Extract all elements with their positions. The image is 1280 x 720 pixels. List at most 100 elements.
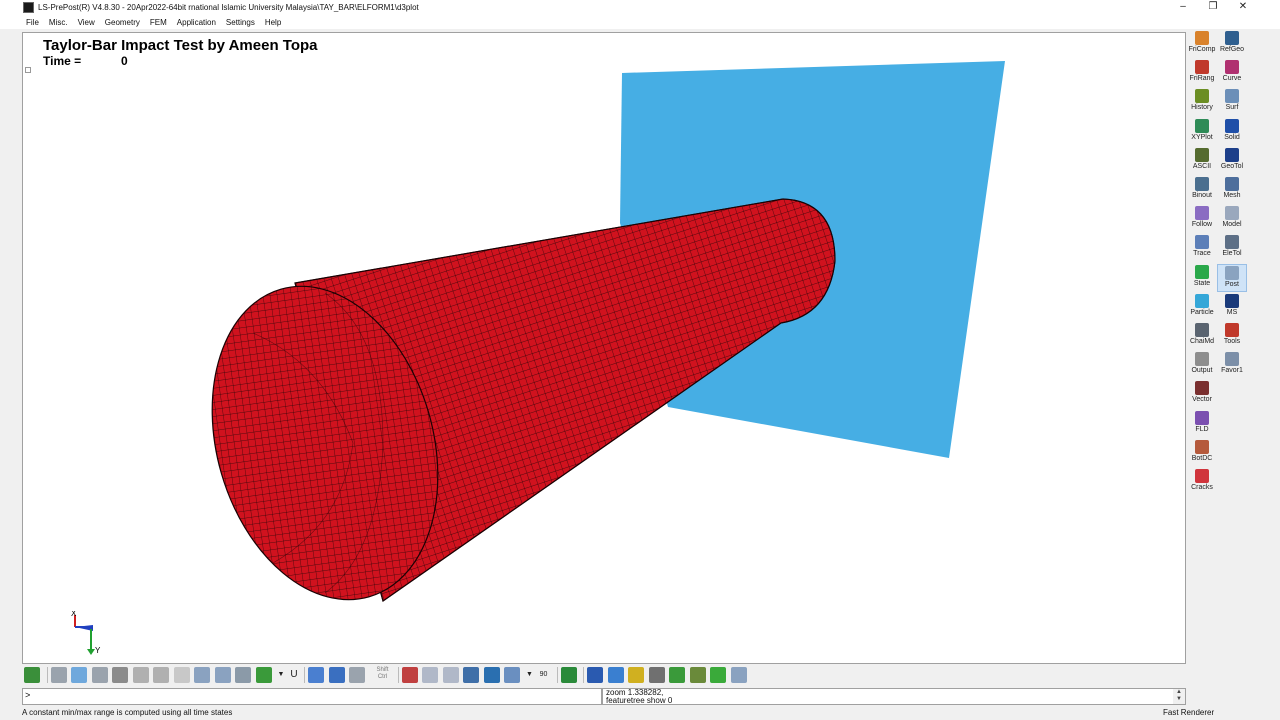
model-title: Taylor-Bar Impact Test by Ameen Topa (43, 37, 318, 54)
recycle-icon[interactable] (710, 667, 726, 683)
tool-state[interactable]: State (1187, 264, 1217, 292)
checker-icon[interactable] (648, 667, 665, 683)
view-hidden-icon[interactable] (71, 667, 87, 683)
tool-surf[interactable]: Surf (1217, 88, 1247, 116)
view-solid-grid-icon[interactable] (214, 667, 231, 683)
toolbar-separator (304, 667, 305, 683)
dropdown-arrow-icon[interactable]: ▼ (525, 667, 535, 683)
view-shaded-icon[interactable] (50, 667, 67, 683)
tool-label: Vector (1192, 396, 1212, 404)
particle-icon (1195, 293, 1209, 308)
tool-vector[interactable]: Vector (1187, 380, 1217, 408)
tool-fricomp[interactable]: FriComp (1187, 30, 1217, 58)
view-mesh-icon[interactable] (112, 667, 128, 683)
graph-icon[interactable] (730, 667, 747, 683)
tool-curve[interactable]: Curve (1217, 59, 1247, 87)
gears-icon[interactable] (689, 667, 706, 683)
view-box-icon[interactable] (235, 667, 251, 683)
tool-ascii[interactable]: ASCII (1187, 147, 1217, 175)
cube-iso-icon[interactable] (349, 667, 365, 683)
tool-fld[interactable]: FLD (1187, 410, 1217, 438)
menu-file[interactable]: File (26, 18, 39, 27)
view-edge-icon[interactable] (132, 667, 149, 683)
home-view-icon[interactable] (24, 667, 40, 683)
tool-label: Post (1224, 280, 1239, 288)
app-logo-icon (23, 2, 34, 13)
tool-label: Solid (1224, 133, 1240, 141)
tool-chaimd[interactable]: ChaiMd (1187, 322, 1217, 350)
tool-eletol[interactable]: EleTol (1217, 234, 1247, 262)
tool-label: ASCII (1192, 162, 1212, 170)
tool-particle[interactable]: Particle (1187, 293, 1217, 321)
globe-icon[interactable] (483, 667, 500, 683)
menu-view[interactable]: View (78, 18, 95, 27)
tool-ms[interactable]: MS (1217, 293, 1247, 321)
zoom-box-icon[interactable] (422, 667, 438, 683)
binout-icon (1195, 177, 1209, 191)
surf-icon (1225, 89, 1239, 104)
menu-help[interactable]: Help (265, 18, 281, 27)
tool-cracks[interactable]: Cracks (1187, 468, 1217, 496)
command-scroll-control[interactable]: ▲ ▼ (1173, 689, 1185, 704)
tool-label: Follow (1191, 221, 1213, 229)
menu-misc[interactable]: Misc. (49, 18, 68, 27)
graphics-viewport[interactable]: Taylor-Bar Impact Test by Ameen Topa Tim… (22, 32, 1186, 664)
view-wire-icon[interactable] (91, 667, 108, 683)
pick-icon[interactable] (401, 667, 418, 683)
zoom-fit-icon[interactable] (442, 667, 459, 683)
command-output: zoom 1.338282, featuretree show 0 (602, 688, 1186, 705)
maximize-button[interactable]: ❐ (1198, 0, 1228, 15)
minimize-button[interactable]: – (1168, 0, 1198, 15)
toolbar-separator (46, 667, 48, 683)
sphere-icon[interactable] (669, 667, 685, 683)
tool-follow[interactable]: Follow (1187, 205, 1217, 233)
lamp-icon[interactable] (628, 667, 644, 683)
cube-side-icon[interactable] (328, 667, 345, 683)
persp-icon[interactable] (560, 667, 577, 683)
dropdown-arrow-icon[interactable]: ▼ (276, 667, 286, 683)
view-grid-icon[interactable] (173, 667, 190, 683)
rotate-angle-field[interactable]: 90 (537, 667, 551, 683)
rotate-icon[interactable] (463, 667, 479, 683)
solid-box-icon[interactable] (587, 667, 603, 683)
scroll-up-icon[interactable]: ▲ (1173, 689, 1185, 696)
menu-geometry[interactable]: Geometry (105, 18, 140, 27)
tool-trace[interactable]: Trace (1187, 234, 1217, 262)
menu-application[interactable]: Application (177, 18, 216, 27)
scroll-down-icon[interactable]: ▼ (1173, 696, 1185, 703)
tool-favor1[interactable]: Favor1 (1217, 351, 1247, 379)
cube-front-icon[interactable] (308, 667, 324, 683)
tool-tools[interactable]: Tools (1217, 322, 1247, 350)
geotol-icon (1225, 147, 1239, 162)
house-icon[interactable] (607, 667, 624, 683)
tool-frirang[interactable]: FriRang (1187, 59, 1217, 87)
tool-binout[interactable]: Binout (1187, 176, 1217, 204)
tool-refgeo[interactable]: RefGeo (1217, 30, 1247, 58)
title-bar: LS-PrePost(R) V4.8.30 - 20Apr2022-64bit … (0, 0, 1280, 15)
follow-icon (1195, 206, 1209, 221)
menu-fem[interactable]: FEM (150, 18, 167, 27)
tool-solid[interactable]: Solid (1217, 118, 1247, 146)
menu-settings[interactable]: Settings (226, 18, 255, 27)
tool-label: Model (1222, 221, 1242, 229)
model-scene (211, 61, 1005, 602)
view-diamond-icon[interactable] (255, 667, 272, 683)
refgeo-icon (1225, 31, 1239, 45)
tool-label: XYPlot (1191, 133, 1213, 141)
tool-botdc[interactable]: BotDC (1187, 439, 1217, 467)
botdc-icon (1195, 439, 1209, 454)
tool-geotol[interactable]: GeoTol (1217, 147, 1247, 175)
tool-xyplot[interactable]: XYPlot (1187, 118, 1217, 146)
status-bar: A constant min/max range is computed usi… (0, 707, 1280, 720)
command-input[interactable]: > (22, 688, 602, 705)
u-button[interactable]: U (288, 667, 300, 683)
view-feature-icon[interactable] (153, 667, 169, 683)
close-button[interactable]: ✕ (1228, 0, 1258, 15)
window-icon[interactable] (504, 667, 520, 683)
view-dots-icon[interactable] (194, 667, 210, 683)
tool-history[interactable]: History (1187, 88, 1217, 116)
tool-output[interactable]: Output (1187, 351, 1217, 379)
tool-post[interactable]: Post (1217, 263, 1247, 292)
tool-model[interactable]: Model (1217, 205, 1247, 233)
tool-mesh[interactable]: Mesh (1217, 176, 1247, 204)
